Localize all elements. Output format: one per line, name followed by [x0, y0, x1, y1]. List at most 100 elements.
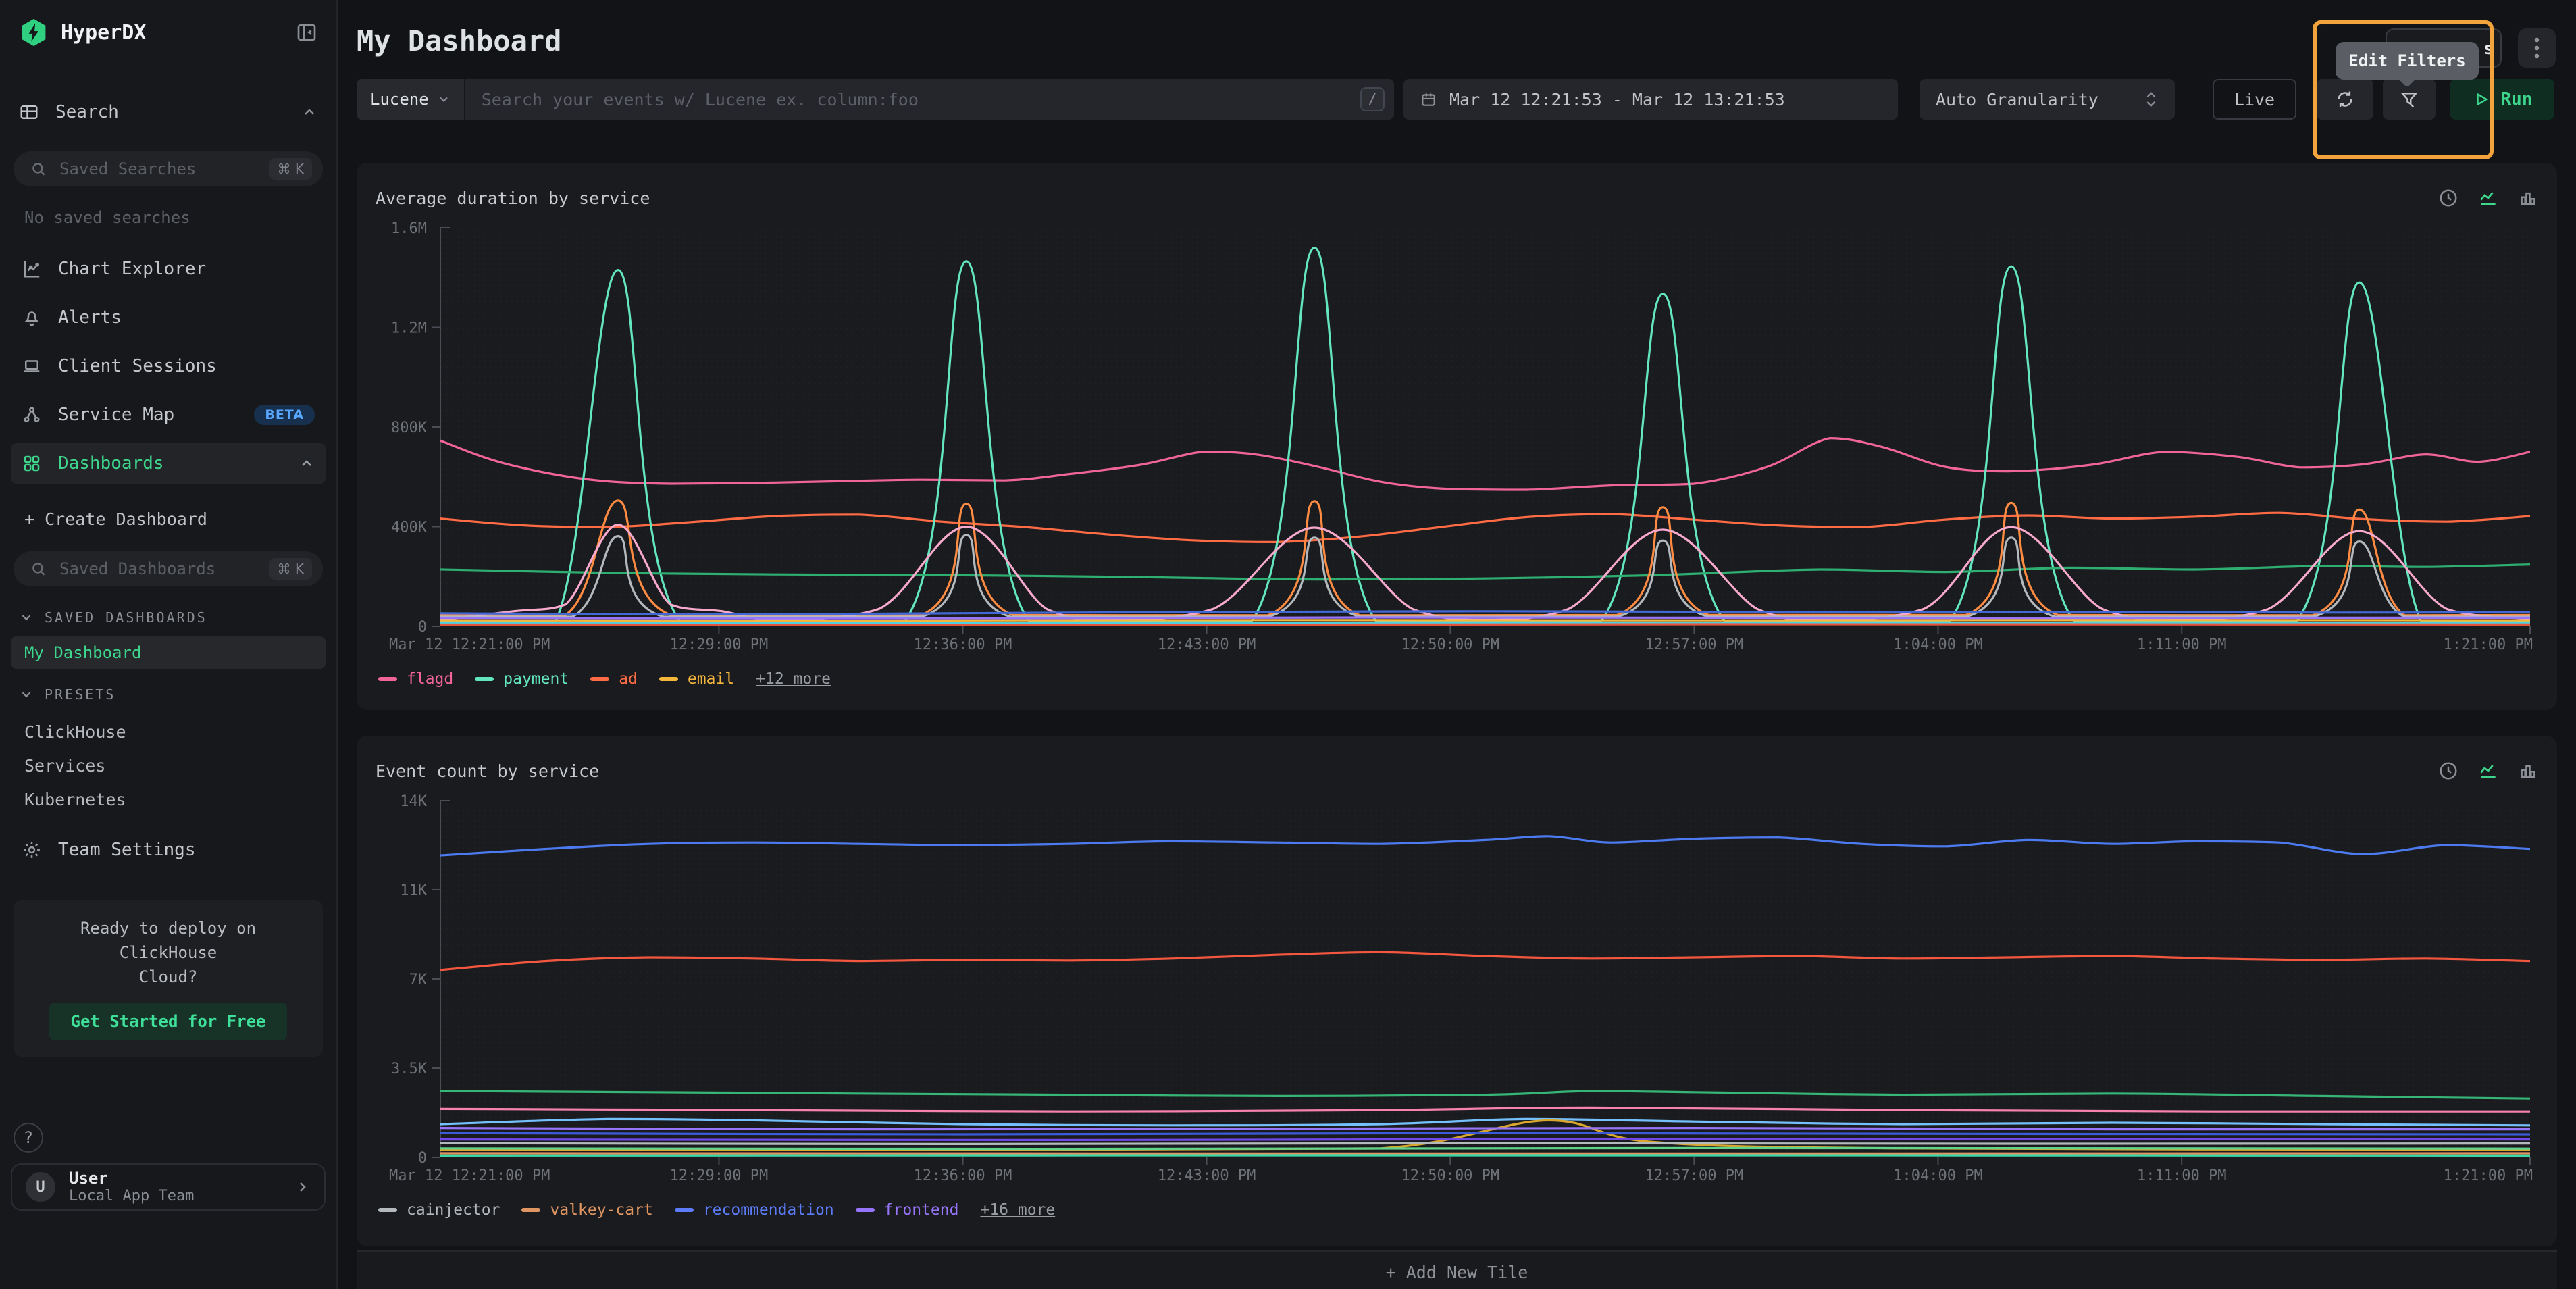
- svg-text:1:21:00 PM: 1:21:00 PM: [2444, 636, 2533, 653]
- chevron-up-icon: [301, 104, 317, 120]
- legend-label: valkey-cart: [550, 1201, 652, 1219]
- bar-chart-toggle-icon[interactable]: [2518, 188, 2538, 208]
- legend-label: frontend: [884, 1201, 959, 1219]
- sidebar-item-chart-explorer[interactable]: Chart Explorer: [11, 249, 326, 289]
- legend-more-link[interactable]: +12 more: [756, 670, 831, 688]
- search-section-label: Search: [55, 102, 301, 122]
- svg-text:400K: 400K: [391, 520, 428, 536]
- sidebar-item-client-sessions[interactable]: Client Sessions: [11, 346, 326, 386]
- calendar-icon: [1420, 91, 1437, 108]
- legend-item-frontend[interactable]: frontend: [856, 1201, 959, 1219]
- refresh-icon: [2335, 89, 2355, 109]
- saved-dashboards-section-header[interactable]: SAVED DASHBOARDS: [0, 605, 336, 630]
- tile-event-count: Event count by service 14K11K7K3.5K0Mar …: [357, 736, 2557, 1246]
- svg-text:12:50:00 PM: 12:50:00 PM: [1401, 636, 1499, 653]
- saved-searches-input[interactable]: Saved Searches ⌘ K: [14, 151, 323, 186]
- tile-controls: [2438, 187, 2538, 209]
- svg-text:1:11:00 PM: 1:11:00 PM: [2137, 1167, 2226, 1184]
- svg-text:12:43:00 PM: 12:43:00 PM: [1158, 1167, 1256, 1184]
- svg-text:12:29:00 PM: 12:29:00 PM: [670, 636, 769, 653]
- sidebar-item-service-map[interactable]: Service Map BETA: [11, 395, 326, 435]
- refresh-button[interactable]: [2317, 79, 2373, 120]
- line-chart-toggle-icon[interactable]: [2477, 760, 2499, 782]
- sidebar-item-label: Chart Explorer: [58, 259, 315, 279]
- promo-text: Ready to deploy on ClickHouse Cloud?: [27, 916, 309, 989]
- play-icon: [2473, 91, 2490, 108]
- legend-item-cainjector[interactable]: cainjector: [378, 1201, 500, 1219]
- bar-chart-toggle-icon[interactable]: [2518, 761, 2538, 781]
- granularity-value: Auto Granularity: [1936, 90, 2098, 109]
- sidebar-item-alerts[interactable]: Alerts: [11, 297, 326, 338]
- time-settings-icon[interactable]: [2438, 188, 2458, 208]
- chart-svg: 14K11K7K3.5K0Mar 12 12:21:00 PM12:29:00 …: [376, 787, 2538, 1192]
- create-dashboard-button[interactable]: + Create Dashboard: [0, 503, 336, 535]
- search-input[interactable]: Search your events w/ Lucene ex. column:…: [465, 90, 1360, 109]
- legend-item-flagd[interactable]: flagd: [378, 670, 453, 688]
- legend-swatch: [378, 1208, 397, 1212]
- legend-item-email[interactable]: email: [659, 670, 734, 688]
- live-button[interactable]: Live: [2213, 79, 2296, 120]
- preset-list: ClickHouse Services Kubernetes: [0, 715, 336, 816]
- saved-dashboards-input[interactable]: Saved Dashboards ⌘ K: [14, 551, 323, 586]
- svg-text:12:36:00 PM: 12:36:00 PM: [914, 636, 1012, 653]
- time-range-value: Mar 12 12:21:53 - Mar 12 13:21:53: [1449, 90, 1785, 109]
- query-language-select[interactable]: Lucene: [357, 79, 465, 120]
- legend-more-link[interactable]: +16 more: [980, 1201, 1055, 1219]
- legend-item-ad[interactable]: ad: [590, 670, 638, 688]
- granularity-select[interactable]: Auto Granularity: [1920, 79, 2175, 120]
- app-window: HyperDX Search Saved Searches ⌘ K No sav…: [0, 0, 2576, 1289]
- beta-badge: BETA: [254, 405, 315, 425]
- time-range-picker[interactable]: Mar 12 12:21:53 - Mar 12 13:21:53: [1403, 79, 1898, 120]
- chevron-down-icon: [437, 93, 450, 106]
- series-unlabeled: [440, 622, 2530, 623]
- chevron-right-icon: [294, 1179, 311, 1195]
- presets-section-header[interactable]: PRESETS: [0, 682, 336, 707]
- tile-title: Event count by service: [376, 761, 2438, 781]
- svg-text:3.5K: 3.5K: [391, 1061, 428, 1078]
- search-section-icon: [19, 102, 39, 122]
- bell-icon: [22, 307, 42, 328]
- preset-kubernetes[interactable]: Kubernetes: [0, 782, 336, 816]
- sidebar-collapse-icon[interactable]: [296, 22, 317, 43]
- search-icon: [30, 160, 47, 178]
- duration-chart-legend: flagd payment ad email +12 more: [376, 667, 2538, 691]
- preset-services[interactable]: Services: [0, 749, 336, 782]
- saved-dashboards-placeholder: Saved Dashboards: [59, 559, 269, 578]
- add-new-tile-button[interactable]: + Add New Tile: [357, 1250, 2557, 1289]
- cmd-k-kbd: ⌘ K: [269, 158, 312, 180]
- sidebar-item-my-dashboard[interactable]: My Dashboard: [11, 636, 326, 669]
- no-saved-searches-note: No saved searches: [0, 208, 336, 227]
- my-dashboard-label: My Dashboard: [24, 643, 141, 662]
- sidebar: HyperDX Search Saved Searches ⌘ K No sav…: [0, 0, 338, 1289]
- legend-item-valkey-cart[interactable]: valkey-cart: [521, 1201, 652, 1219]
- run-button[interactable]: Run: [2450, 79, 2554, 120]
- series-unlabeled: [440, 1133, 2530, 1134]
- page-title: My Dashboard: [357, 24, 2557, 57]
- chart-explorer-icon: [22, 259, 42, 279]
- legend-label: cainjector: [407, 1201, 500, 1219]
- toolbar: Lucene Search your events w/ Lucene ex. …: [357, 79, 2557, 120]
- sidebar-item-search[interactable]: Search: [0, 92, 336, 132]
- preset-clickhouse[interactable]: ClickHouse: [0, 715, 336, 749]
- series-unlabeled: [440, 624, 2530, 625]
- sidebar-item-team-settings[interactable]: Team Settings: [11, 830, 326, 870]
- chevron-down-icon: [19, 610, 34, 625]
- svg-text:0: 0: [418, 1150, 427, 1167]
- legend-item-payment[interactable]: payment: [475, 670, 569, 688]
- legend-item-recommendation[interactable]: recommendation: [675, 1201, 834, 1219]
- svg-text:800K: 800K: [391, 420, 428, 436]
- tile-controls: [2438, 760, 2538, 782]
- time-settings-icon[interactable]: [2438, 761, 2458, 781]
- get-started-button[interactable]: Get Started for Free: [49, 1003, 288, 1040]
- legend-swatch: [590, 677, 609, 681]
- user-menu[interactable]: U User Local App Team: [11, 1163, 326, 1211]
- event-search-bar: Lucene Search your events w/ Lucene ex. …: [357, 79, 1394, 120]
- chart-svg: 1.6M1.2M800K400K0Mar 12 12:21:00 PM12:29…: [376, 214, 2538, 661]
- kebab-menu-button[interactable]: [2518, 28, 2556, 68]
- help-button[interactable]: ?: [14, 1123, 43, 1153]
- legend-swatch: [675, 1208, 694, 1212]
- sidebar-item-dashboards[interactable]: Dashboards: [11, 443, 326, 484]
- gear-icon: [22, 840, 42, 860]
- line-chart-toggle-icon[interactable]: [2477, 187, 2499, 209]
- event-count-chart: 14K11K7K3.5K0Mar 12 12:21:00 PM12:29:00 …: [376, 787, 2538, 1192]
